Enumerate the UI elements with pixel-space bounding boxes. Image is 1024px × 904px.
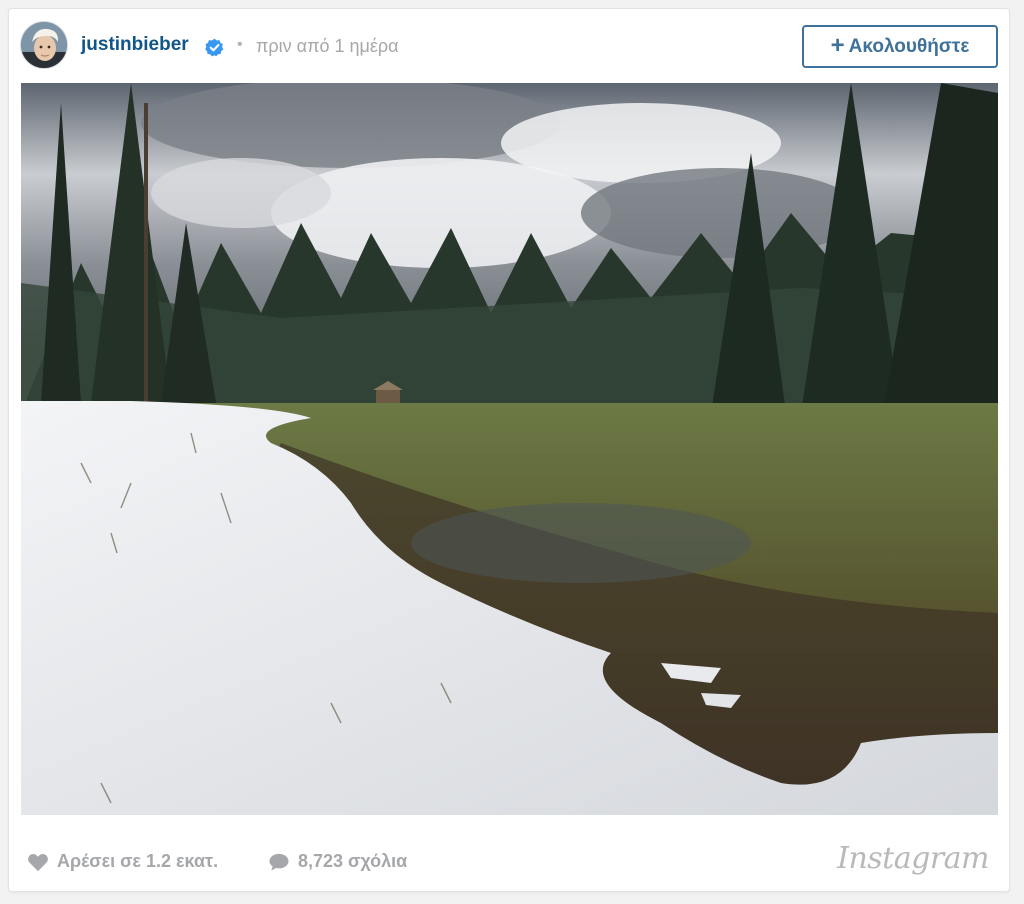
username-link[interactable]: justinbieber: [81, 34, 189, 56]
post-photo[interactable]: [21, 83, 998, 815]
follow-button-label: Ακολουθήστε: [848, 35, 970, 57]
post-timestamp[interactable]: πριν από 1 ημέρα: [256, 36, 399, 57]
heart-icon: [28, 853, 48, 871]
likes-label: Αρέσει σε 1.2 εκατ.: [57, 851, 219, 871]
comment-icon: [269, 853, 289, 871]
verified-badge-icon: [205, 38, 224, 57]
follow-button[interactable]: + Ακολουθήστε: [802, 25, 998, 68]
plus-icon: +: [830, 31, 845, 59]
separator-dot: •: [237, 36, 243, 53]
post-footer: Αρέσει σε 1.2 εκατ. 8,723 σχόλια Instagr…: [9, 827, 1009, 891]
avatar[interactable]: [20, 21, 68, 69]
likes-count[interactable]: Αρέσει σε 1.2 εκατ.: [27, 851, 218, 872]
post-header: justinbieber • πριν από 1 ημέρα + Ακολου…: [9, 9, 1009, 83]
embed-card: justinbieber • πριν από 1 ημέρα + Ακολου…: [8, 8, 1010, 892]
comments-count[interactable]: 8,723 σχόλια: [268, 851, 407, 872]
instagram-logo[interactable]: Instagram: [837, 841, 989, 876]
comments-label: 8,723 σχόλια: [298, 851, 408, 871]
landscape-photo: [21, 83, 998, 815]
